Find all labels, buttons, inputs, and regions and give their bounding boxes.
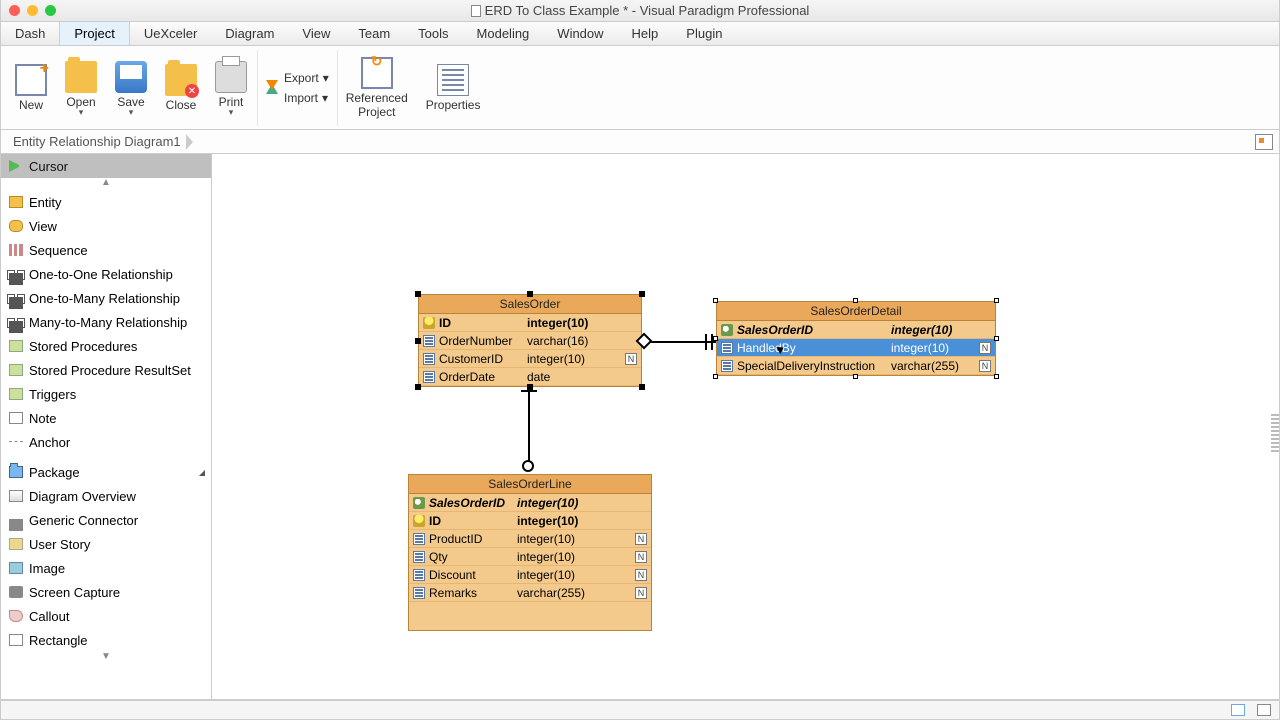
palette-stored-proc-resultset[interactable]: Stored Procedure ResultSet: [1, 358, 211, 382]
column-icon: [721, 342, 733, 354]
menu-uexceler[interactable]: UeXceler: [130, 22, 211, 45]
referenced-project-button[interactable]: ReferencedProject: [337, 50, 416, 126]
entity-salesorderdetail[interactable]: SalesOrderDetail SalesOrderIDinteger(10)…: [716, 301, 996, 376]
column-icon: [423, 371, 435, 383]
relationship-line[interactable]: [528, 390, 530, 468]
palette-scroll-up[interactable]: ▲: [1, 178, 211, 190]
palette-triggers[interactable]: Triggers: [1, 382, 211, 406]
pk-icon: [423, 317, 435, 329]
column-icon: [413, 533, 425, 545]
column-icon: [413, 587, 425, 599]
relationship-end-bar: [711, 334, 713, 350]
palette-package[interactable]: Package: [1, 460, 211, 484]
fk-icon: [413, 497, 425, 509]
palette-callout[interactable]: Callout: [1, 604, 211, 628]
menu-modeling[interactable]: Modeling: [463, 22, 544, 45]
breadcrumb: Entity Relationship Diagram1: [0, 130, 1280, 154]
menu-bar: Dash Project UeXceler Diagram View Team …: [0, 22, 1280, 46]
close-button[interactable]: Close: [157, 50, 205, 126]
pk-icon: [413, 515, 425, 527]
diagram-canvas[interactable]: SalesOrder IDinteger(10) OrderNumbervarc…: [212, 154, 1280, 700]
relationship-end-bar: [521, 390, 537, 392]
entity-title: SalesOrder: [419, 295, 641, 314]
open-button[interactable]: Open▾: [57, 50, 105, 126]
entity-salesorder[interactable]: SalesOrder IDinteger(10) OrderNumbervarc…: [418, 294, 642, 387]
menu-diagram[interactable]: Diagram: [211, 22, 288, 45]
palette-rectangle[interactable]: Rectangle: [1, 628, 211, 652]
palette-one-to-one[interactable]: One-to-One Relationship: [1, 262, 211, 286]
selected-column-row[interactable]: HandledByinteger(10)N: [717, 339, 995, 357]
column-icon: [423, 353, 435, 365]
print-button[interactable]: Print▾: [207, 50, 255, 126]
palette-one-to-many[interactable]: One-to-Many Relationship: [1, 286, 211, 310]
palette-cursor[interactable]: Cursor: [1, 154, 211, 178]
relationship-crow-icon: [522, 460, 534, 472]
relationship-end-bar: [705, 334, 707, 350]
save-button[interactable]: Save▾: [107, 50, 155, 126]
palette-diagram-overview[interactable]: Diagram Overview: [1, 484, 211, 508]
palette-user-story[interactable]: User Story: [1, 532, 211, 556]
palette-image[interactable]: Image: [1, 556, 211, 580]
palette-view[interactable]: View: [1, 214, 211, 238]
palette-many-to-many[interactable]: Many-to-Many Relationship: [1, 310, 211, 334]
column-icon: [413, 569, 425, 581]
palette-generic-connector[interactable]: Generic Connector: [1, 508, 211, 532]
tool-palette: Cursor ▲ Entity View Sequence One-to-One…: [0, 154, 212, 700]
status-message-icon[interactable]: [1231, 704, 1245, 716]
menu-tools[interactable]: Tools: [404, 22, 462, 45]
palette-note[interactable]: Note: [1, 406, 211, 430]
palette-scroll-down[interactable]: ▼: [1, 652, 211, 664]
palette-anchor[interactable]: Anchor: [1, 430, 211, 454]
palette-sequence[interactable]: Sequence: [1, 238, 211, 262]
menu-dash[interactable]: Dash: [1, 22, 59, 45]
entity-title: SalesOrderDetail: [717, 302, 995, 321]
vertical-scrollbar[interactable]: [1271, 414, 1279, 454]
titlebar: ERD To Class Example * - Visual Paradigm…: [0, 0, 1280, 22]
menu-team[interactable]: Team: [344, 22, 404, 45]
menu-plugin[interactable]: Plugin: [672, 22, 736, 45]
status-note-icon[interactable]: [1257, 704, 1271, 716]
entity-title: SalesOrderLine: [409, 475, 651, 494]
breadcrumb-segment[interactable]: Entity Relationship Diagram1: [7, 132, 193, 151]
palette-stored-procedures[interactable]: Stored Procedures: [1, 334, 211, 358]
entity-salesorderline[interactable]: SalesOrderLine SalesOrderIDinteger(10) I…: [408, 474, 652, 631]
export-import-group: Export ▾ Import ▾: [257, 50, 335, 126]
diagram-navigator-icon[interactable]: [1255, 134, 1273, 150]
palette-entity[interactable]: Entity: [1, 190, 211, 214]
properties-button[interactable]: Properties: [418, 50, 489, 126]
ribbon: New Open▾ Save▾ Close Print▾ Export ▾ Im…: [0, 46, 1280, 130]
fk-icon: [721, 324, 733, 336]
new-button[interactable]: New: [7, 50, 55, 126]
menu-view[interactable]: View: [288, 22, 344, 45]
column-icon: [413, 551, 425, 563]
column-icon: [721, 360, 733, 372]
status-bar: [0, 700, 1280, 720]
menu-window[interactable]: Window: [543, 22, 617, 45]
window-title: ERD To Class Example * - Visual Paradigm…: [1, 3, 1279, 18]
column-icon: [423, 335, 435, 347]
import-button[interactable]: Import ▾: [264, 90, 329, 106]
menu-project[interactable]: Project: [59, 22, 129, 45]
palette-screen-capture[interactable]: Screen Capture: [1, 580, 211, 604]
menu-help[interactable]: Help: [618, 22, 673, 45]
